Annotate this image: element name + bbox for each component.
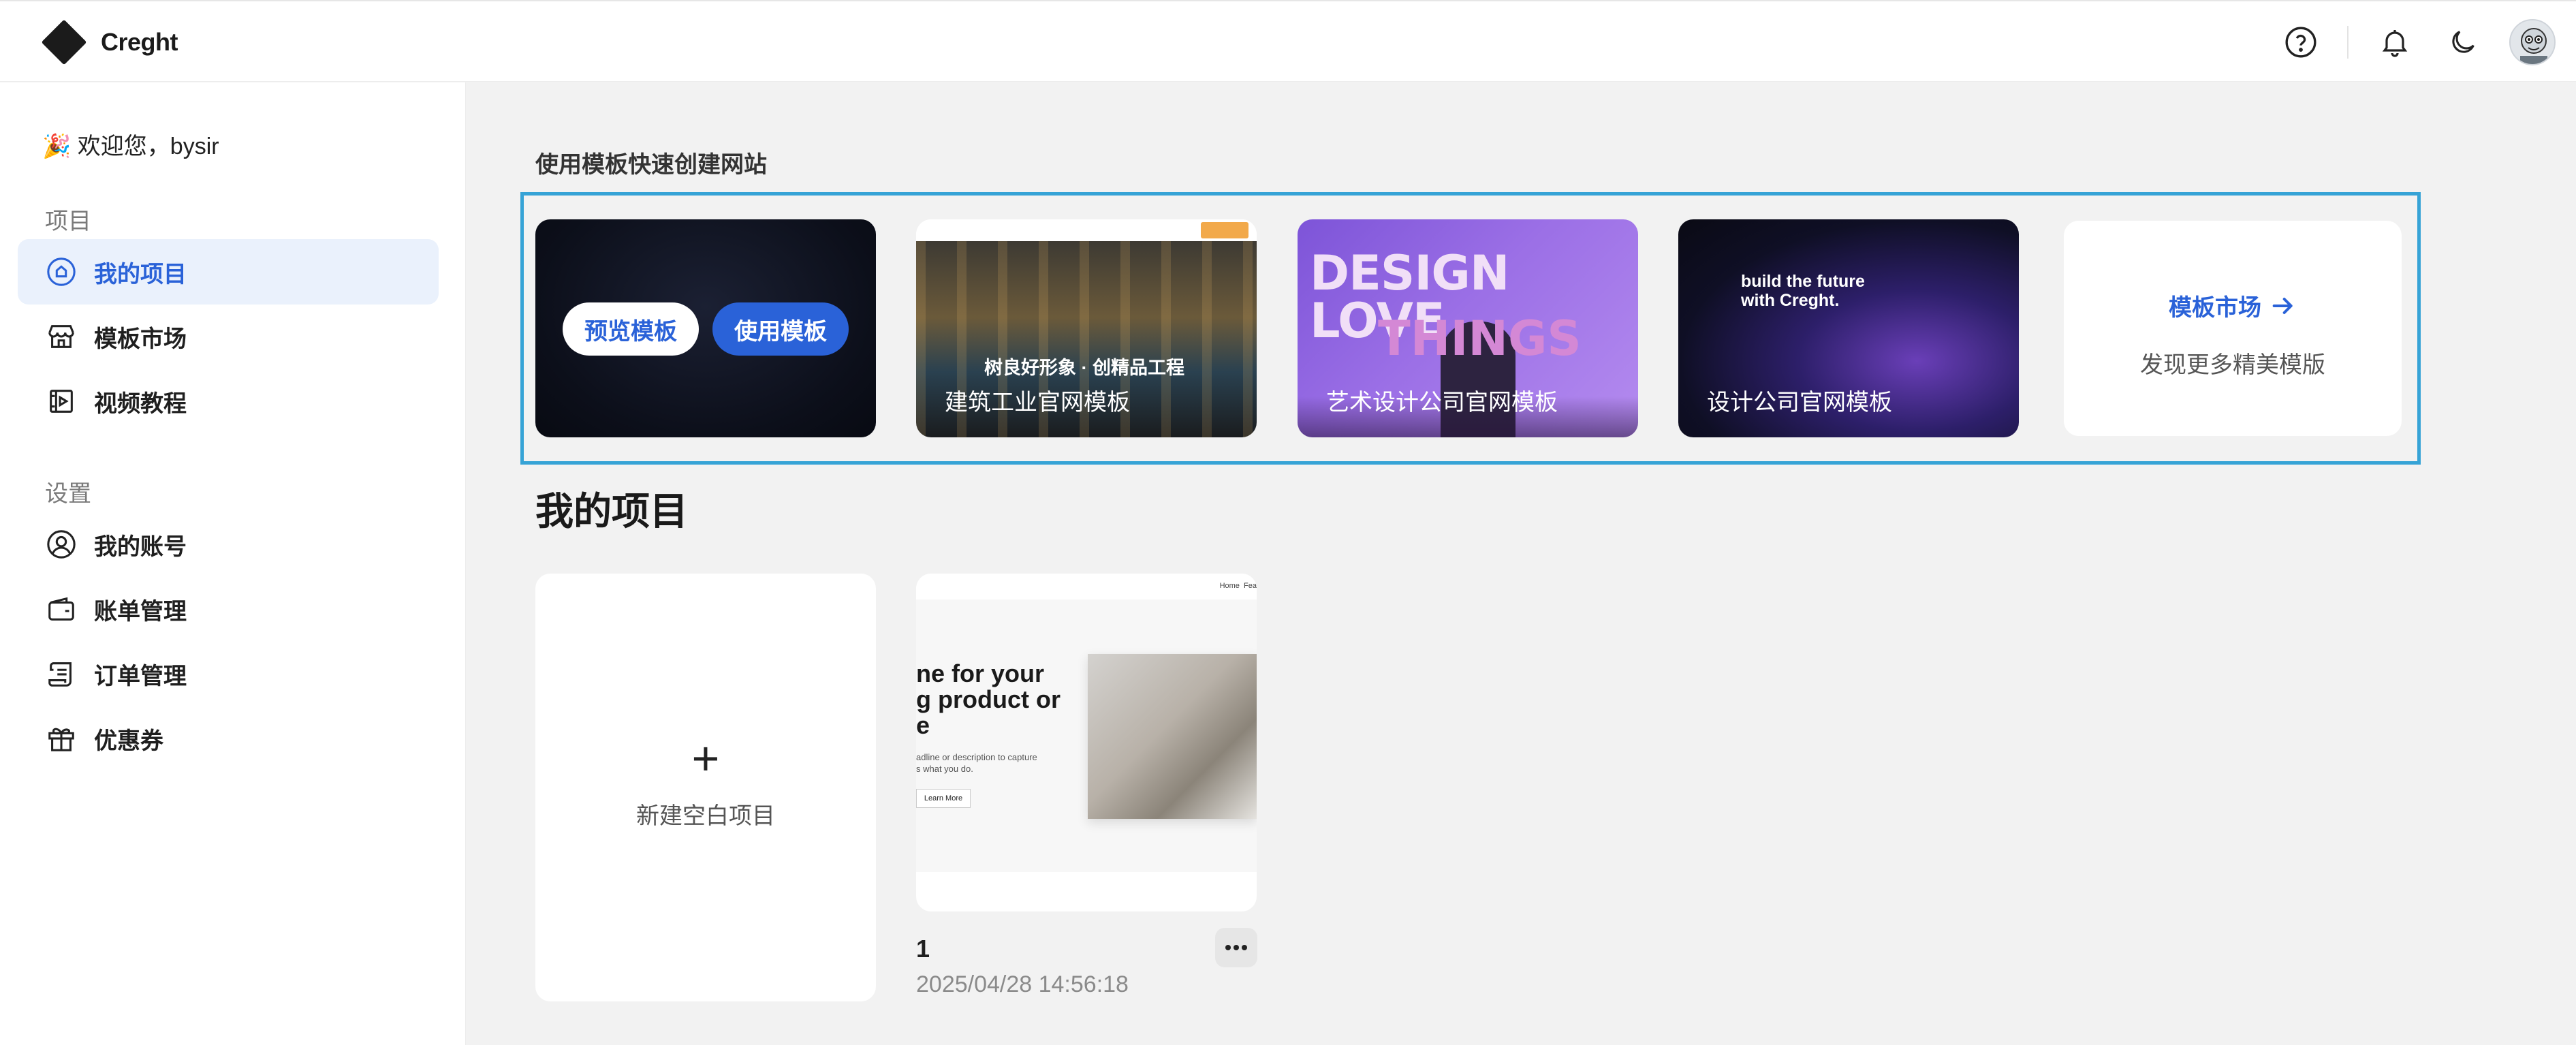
template-card-hovered[interactable]: 预览模板 使用模板: [535, 219, 876, 437]
more-options-button[interactable]: [1215, 928, 1257, 967]
project-date: 2025/04/28 14:56:18: [916, 971, 1129, 997]
project-thumbnail: Home Fea ne for your g product or e adli…: [916, 574, 1257, 876]
sidebar-item-label: 订单管理: [94, 663, 187, 689]
more-icon: [1225, 945, 1247, 950]
sidebar-item-label: 优惠券: [94, 728, 163, 754]
my-projects-title: 我的项目: [535, 490, 688, 533]
section-title-settings: 设置: [45, 481, 91, 507]
template-market-link[interactable]: 模板市场: [2169, 289, 2261, 322]
template-card-art-design[interactable]: DESIGN LOVE THINGS 艺术设计公司官网模板: [1298, 219, 1638, 437]
user-icon: [45, 528, 78, 561]
sidebar-item-billing[interactable]: 账单管理: [18, 576, 439, 642]
home-icon: [45, 255, 78, 288]
new-blank-project-card[interactable]: + 新建空白项目: [535, 574, 876, 1001]
project-name[interactable]: 1: [916, 935, 930, 963]
avatar[interactable]: [2509, 19, 2556, 65]
moon-icon[interactable]: [2441, 20, 2485, 64]
project-card[interactable]: Home Fea ne for your g product or e adli…: [916, 574, 1257, 911]
store-icon: [45, 320, 78, 353]
thumbnail-description: adline or description to capture s what …: [916, 752, 1037, 774]
sidebar-item-template-market[interactable]: 模板市场: [18, 304, 439, 369]
sidebar-item-label: 我的账号: [94, 533, 187, 560]
thumbnail-headline: build the future with Creght.: [1741, 272, 1865, 310]
template-caption: 设计公司官网模板: [1707, 390, 1892, 416]
template-caption: 艺术设计公司官网模板: [1326, 390, 1558, 416]
thumbnail-image: [1088, 654, 1257, 819]
sidebar-item-my-account[interactable]: 我的账号: [18, 512, 439, 577]
new-project-label: 新建空白项目: [636, 803, 775, 829]
sidebar-item-label: 我的项目: [94, 261, 187, 287]
logo[interactable]: Creght: [41, 19, 178, 65]
top-header: Creght: [0, 0, 2576, 82]
template-market-subtitle: 发现更多精美模版: [2140, 352, 2325, 378]
wallet-icon: [45, 593, 78, 625]
template-caption: 建筑工业官网模板: [945, 390, 1130, 416]
logo-icon: [41, 19, 87, 65]
thumbnail-headline: ne for your g product or e: [916, 659, 1061, 739]
bell-icon[interactable]: [2373, 20, 2417, 64]
arrow-right-icon: [2272, 297, 2293, 314]
plus-icon: +: [691, 732, 720, 785]
receipt-icon: [45, 657, 78, 690]
template-slogan: 树良好形象 · 创精品工程: [984, 358, 1184, 378]
sidebar-item-orders[interactable]: 订单管理: [18, 641, 439, 706]
sidebar-item-label: 视频教程: [94, 390, 187, 417]
video-icon: [45, 385, 78, 418]
template-card-construction[interactable]: 树良好形象 · 创精品工程 建筑工业官网模板: [916, 219, 1257, 437]
sidebar-item-my-projects[interactable]: 我的项目: [18, 239, 439, 305]
template-card-design-company[interactable]: build the future with Creght. 设计公司官网模板: [1678, 219, 2019, 437]
thumbnail-navbar: [916, 219, 1257, 241]
sidebar: 🎉 欢迎您，bysir 项目 我的项目 模板市场 视频教程 设置 我的账号 账单…: [0, 82, 466, 1045]
gift-icon: [45, 722, 78, 755]
templates-heading: 使用模板快速创建网站: [535, 152, 767, 178]
sidebar-item-coupons[interactable]: 优惠券: [18, 706, 439, 771]
thumbnail-learn-more-button: Learn More: [916, 789, 971, 808]
sidebar-item-video-tutorials[interactable]: 视频教程: [18, 369, 439, 434]
header-actions: [2255, 19, 2556, 65]
preview-template-button[interactable]: 预览模板: [563, 302, 699, 356]
app-name: Creght: [101, 28, 178, 56]
help-icon[interactable]: [2279, 20, 2323, 64]
use-template-button[interactable]: 使用模板: [712, 302, 849, 356]
welcome-text: 🎉 欢迎您，bysir: [42, 134, 219, 159]
sidebar-item-label: 模板市场: [94, 326, 187, 352]
header-divider: [2347, 26, 2349, 59]
thumbnail-art-text-2: THINGS: [1378, 311, 1582, 366]
sidebar-item-label: 账单管理: [94, 598, 187, 625]
section-title-projects: 项目: [45, 208, 91, 234]
template-market-card[interactable]: 模板市场 发现更多精美模版: [2064, 221, 2402, 436]
thumbnail-nav: Home Fea: [1219, 582, 1257, 590]
